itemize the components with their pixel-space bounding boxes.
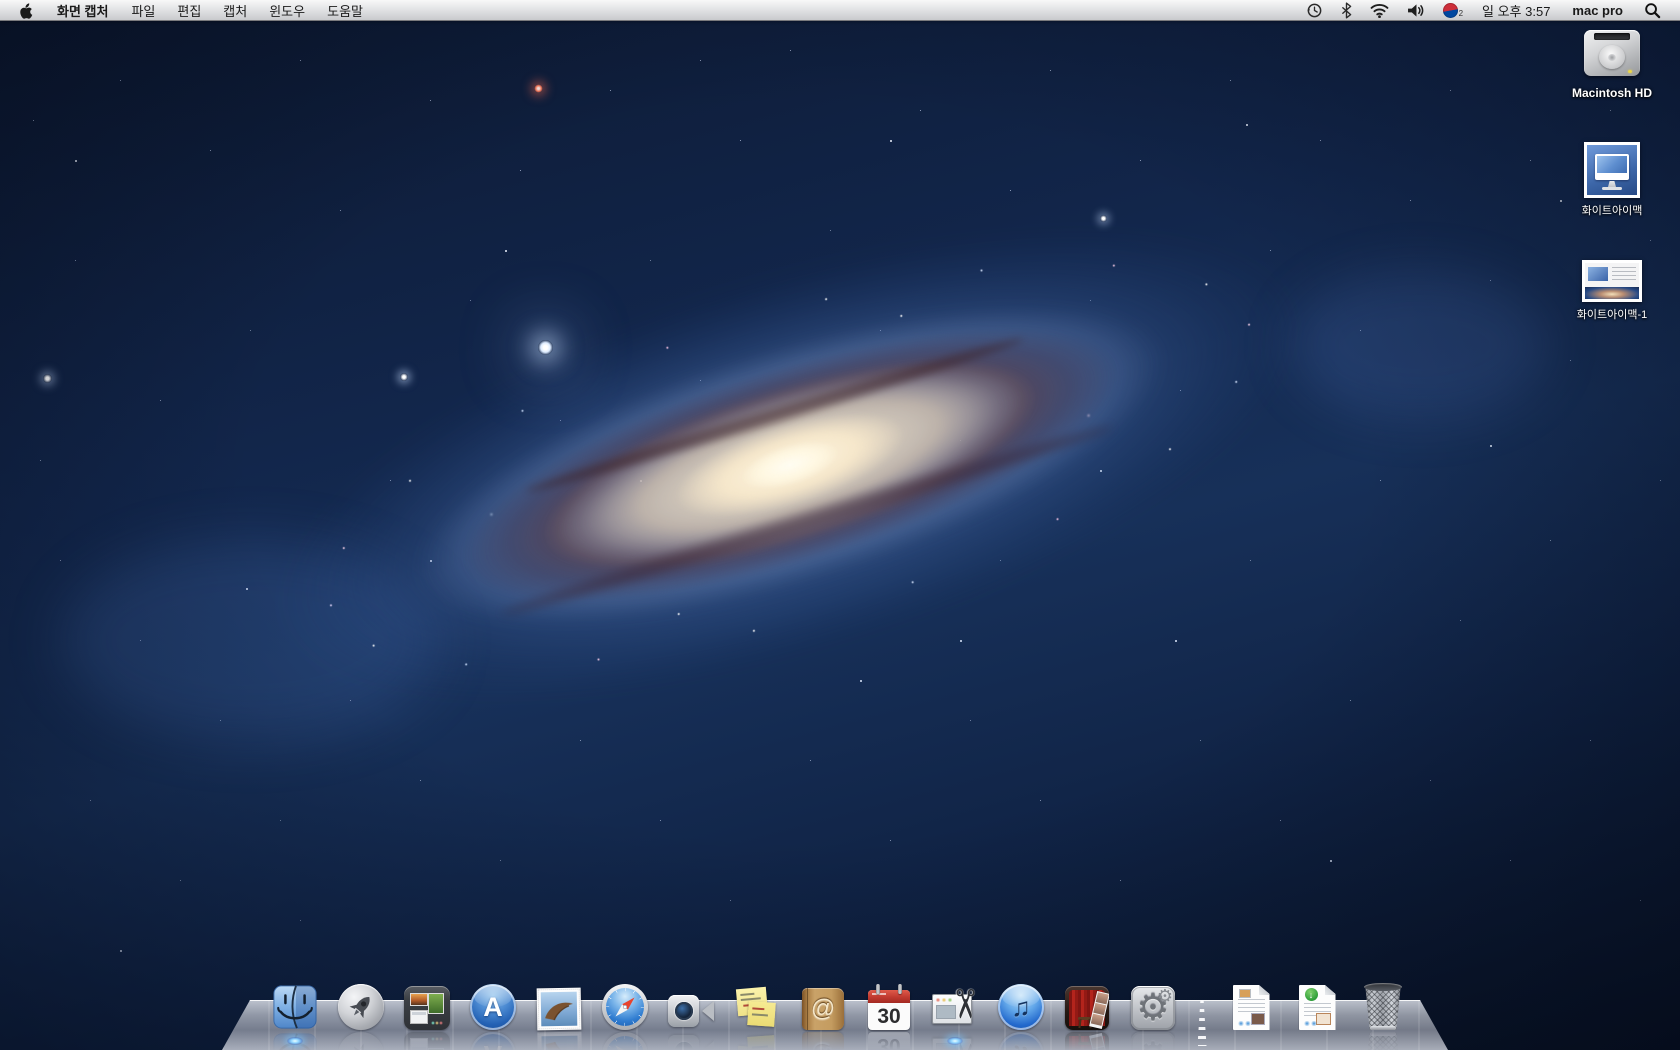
system-preferences-icon: ⚙ ⚙ [1131,986,1175,1030]
scissors-glyph: ✂ [942,987,986,1021]
dock: A [0,950,1680,1050]
image-file-icon [1584,142,1640,198]
grab-icon: ✂ [931,986,979,1030]
music-note-glyph: ♫ [1011,992,1031,1023]
mission-control-icon [404,986,450,1030]
ical-icon: 30 [868,990,910,1030]
clock[interactable]: 일 오후 3:57 [1472,1,1560,20]
app-store-letter: A [483,992,503,1023]
dock-item-finder[interactable] [271,984,319,1030]
calendar-day: 30 [868,1003,910,1030]
dock-item-safari[interactable] [601,984,649,1030]
trash-icon [1361,983,1405,1030]
spotlight-search-icon [1644,2,1661,19]
photo-booth-icon [1065,986,1109,1030]
dock-item-app-store[interactable]: A [469,984,517,1030]
user-switch-menu[interactable]: mac pro [1560,3,1635,18]
running-indicator [287,1037,303,1045]
desktop-icon-white-imac[interactable]: 화이트아이맥 [1556,142,1668,218]
launchpad-icon [338,984,384,1030]
apple-menu[interactable] [12,0,45,20]
dock-item-mission-control[interactable] [403,986,451,1030]
facetime-icon [668,992,714,1030]
menu-file[interactable]: 파일 [120,1,166,20]
document-icon [1233,985,1270,1030]
dock-item-ical[interactable]: 30 [865,984,913,1030]
wallpaper-andromeda-galaxy [0,0,1680,1050]
vignette [0,0,1680,1050]
desktop-icon-label: 화이트아이맥-1 [1577,309,1648,322]
desktop-icon-white-imac-1[interactable]: 화이트아이맥-1 [1556,260,1668,322]
dock-item-trash[interactable] [1359,983,1407,1030]
desktop-icon-label: 화이트아이맥 [1582,205,1643,218]
mail-stamp-icon [537,988,582,1031]
download-badge: ↓ [1305,988,1318,1001]
safari-icon [602,984,648,1030]
menu-capture[interactable]: 캡처 [212,1,258,20]
dock-item-photo-booth[interactable] [1063,986,1111,1030]
running-indicator [947,1037,963,1045]
menu-help[interactable]: 도움말 [316,1,374,20]
wifi-icon [1370,3,1389,18]
dock-item-address-book[interactable]: @ [799,988,847,1030]
address-book-icon: @ [802,988,844,1030]
itunes-icon: ♫ [998,984,1044,1030]
stickies-icon [734,986,780,1030]
dock-item-mail[interactable] [535,988,583,1030]
dock-item-facetime[interactable] [667,992,715,1030]
dock-item-document-1[interactable] [1227,985,1275,1030]
dock-item-itunes[interactable]: ♫ [997,984,1045,1030]
app-store-icon: A [470,984,516,1030]
input-badge: 2 [1459,9,1463,18]
image-file-icon [1582,260,1642,302]
wifi-menu[interactable] [1361,0,1398,20]
macos-desktop: { "menu_bar": { "apple_menu": "apple-log… [0,0,1680,1050]
document-download-icon: ↓ [1299,985,1336,1030]
volume-menu[interactable] [1398,0,1434,20]
at-glyph: @ [811,995,835,1023]
bluetooth-icon [1341,2,1352,19]
dock-item-document-2[interactable]: ↓ [1293,985,1341,1030]
time-machine-icon [1306,2,1323,19]
time-machine-menu[interactable] [1297,0,1332,20]
volume-icon [1407,3,1425,18]
spotlight-menu[interactable] [1635,0,1670,20]
hard-drive-icon [1583,28,1641,80]
dock-item-launchpad[interactable] [337,984,385,1030]
menu-bar: 화면 캡처 파일 편집 캡처 윈도우 도움말 [0,0,1680,21]
korean-flag-icon [1443,3,1458,18]
active-app-menu[interactable]: 화면 캡처 [45,1,120,20]
desktop-icon-macintosh-hd[interactable]: Macintosh HD [1556,28,1668,100]
input-source-menu[interactable]: 2 [1434,0,1472,20]
dock-item-system-preferences[interactable]: ⚙ ⚙ [1129,986,1177,1030]
menu-window[interactable]: 윈도우 [258,1,316,20]
small-gear-icon: ⚙ [1157,986,1173,1007]
dock-separator [1195,1000,1209,1030]
apple-logo-icon [18,2,33,19]
menu-edit[interactable]: 편집 [166,1,212,20]
finder-icon [272,984,318,1030]
desktop-icon-label: Macintosh HD [1572,87,1652,100]
bluetooth-menu[interactable] [1332,0,1361,20]
dock-item-grab[interactable]: ✂ [931,986,979,1030]
dock-item-stickies[interactable] [733,986,781,1030]
